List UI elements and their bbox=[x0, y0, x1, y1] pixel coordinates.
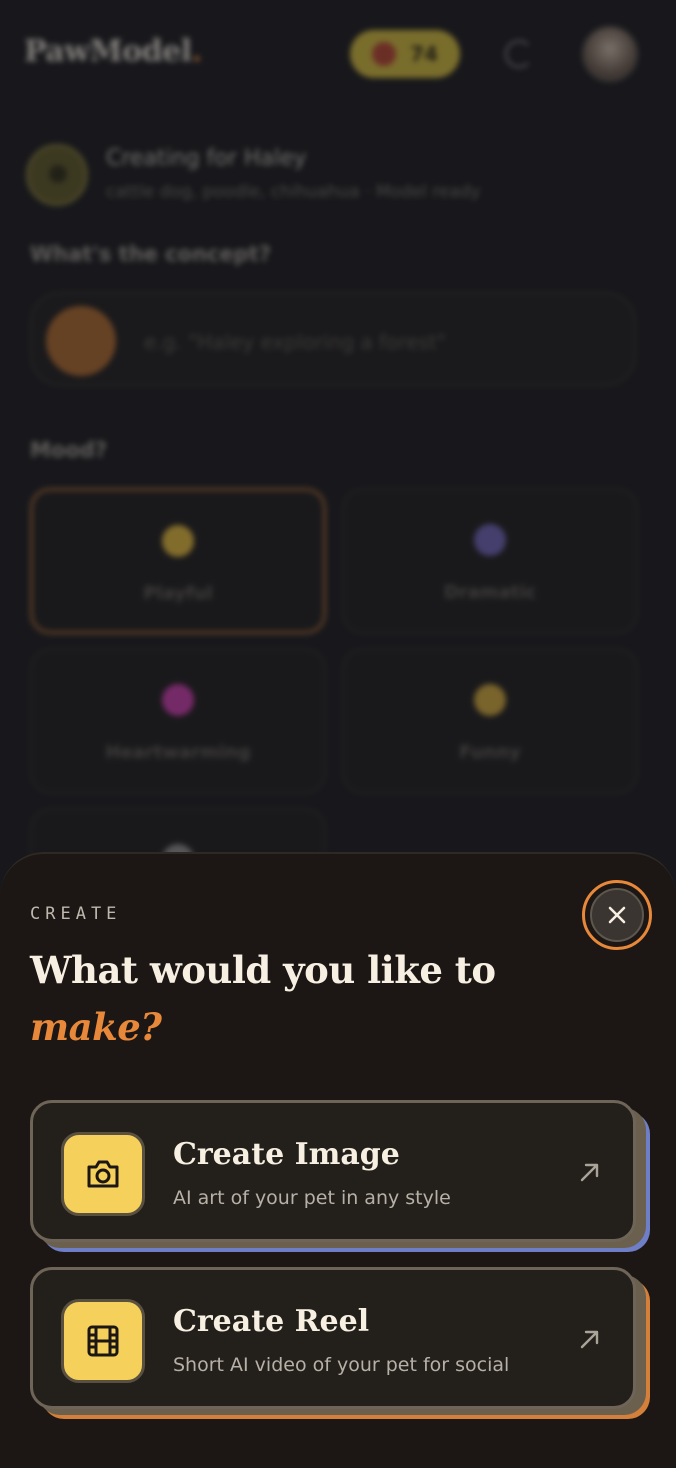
credits-count: 74 bbox=[410, 42, 438, 66]
film-icon-tile bbox=[61, 1299, 145, 1383]
arrow-up-right-icon bbox=[580, 1163, 599, 1182]
create-image-title: Create Image bbox=[173, 1137, 400, 1172]
paw-icon bbox=[372, 42, 397, 66]
app-header: PawModel. 74 bbox=[0, 0, 676, 110]
create-reel-option[interactable]: Create Reel Short AI video of your pet f… bbox=[30, 1267, 646, 1415]
logo-dot: . bbox=[191, 34, 202, 69]
concept-placeholder: e.g. "Haley exploring a forest" bbox=[144, 330, 446, 354]
create-reel-description: Short AI video of your pet for social bbox=[173, 1354, 510, 1376]
camera-icon bbox=[87, 1160, 119, 1188]
camera-icon-tile bbox=[61, 1132, 145, 1216]
grin-emoji-icon bbox=[162, 525, 194, 557]
film-icon bbox=[87, 1325, 119, 1357]
concept-input[interactable]: e.g. "Haley exploring a forest" bbox=[30, 292, 636, 386]
sheet-headline: What would you like to make? bbox=[30, 942, 496, 1056]
mood-option-label: Funny bbox=[459, 742, 521, 763]
create-image-description: AI art of your pet in any style bbox=[173, 1187, 451, 1209]
close-button-inner[interactable] bbox=[590, 888, 644, 942]
create-reel-title: Create Reel bbox=[173, 1304, 370, 1339]
pet-subtitle: cattle dog, poodle, chihuahua · Model re… bbox=[106, 182, 481, 202]
mood-option-label: Playful bbox=[143, 583, 213, 604]
concept-label: What's the concept? bbox=[30, 242, 271, 266]
close-icon bbox=[608, 906, 626, 924]
create-image-card[interactable]: Create Image AI art of your pet in any s… bbox=[30, 1100, 636, 1242]
credits-badge[interactable]: 74 bbox=[350, 30, 460, 78]
pet-title: Creating for Haley bbox=[106, 146, 307, 171]
pet-avatar bbox=[26, 144, 88, 206]
mood-label: Mood? bbox=[30, 438, 107, 462]
mood-option-label: Heartwarming bbox=[105, 742, 251, 763]
logo-text: PawModel bbox=[24, 34, 192, 69]
moon-icon[interactable] bbox=[505, 40, 533, 68]
mood-option-heartwarming[interactable]: Heartwarming bbox=[30, 648, 326, 794]
user-avatar[interactable] bbox=[582, 26, 638, 82]
app-logo[interactable]: PawModel. bbox=[24, 34, 202, 69]
create-image-option[interactable]: Create Image AI art of your pet in any s… bbox=[30, 1100, 646, 1248]
mood-option-funny[interactable]: Funny bbox=[342, 648, 638, 794]
mood-option-label: Dramatic bbox=[443, 582, 537, 603]
headline-main: What would you like to bbox=[30, 948, 496, 992]
laughing-emoji-icon bbox=[474, 684, 506, 716]
create-sheet: CREATE What would you like to make? Crea… bbox=[0, 852, 676, 1468]
close-button[interactable] bbox=[582, 880, 652, 950]
mic-icon[interactable] bbox=[46, 306, 116, 376]
headline-accent: make? bbox=[30, 1005, 162, 1049]
theater-masks-icon bbox=[474, 524, 506, 556]
heart-icon bbox=[162, 684, 194, 716]
mood-option-playful[interactable]: Playful bbox=[30, 488, 326, 634]
sheet-eyebrow: CREATE bbox=[30, 904, 122, 924]
create-reel-card[interactable]: Create Reel Short AI video of your pet f… bbox=[30, 1267, 636, 1409]
arrow-up-right-icon bbox=[580, 1330, 599, 1349]
pet-context: Creating for Haley cattle dog, poodle, c… bbox=[24, 140, 644, 210]
mood-option-dramatic[interactable]: Dramatic bbox=[342, 488, 638, 634]
